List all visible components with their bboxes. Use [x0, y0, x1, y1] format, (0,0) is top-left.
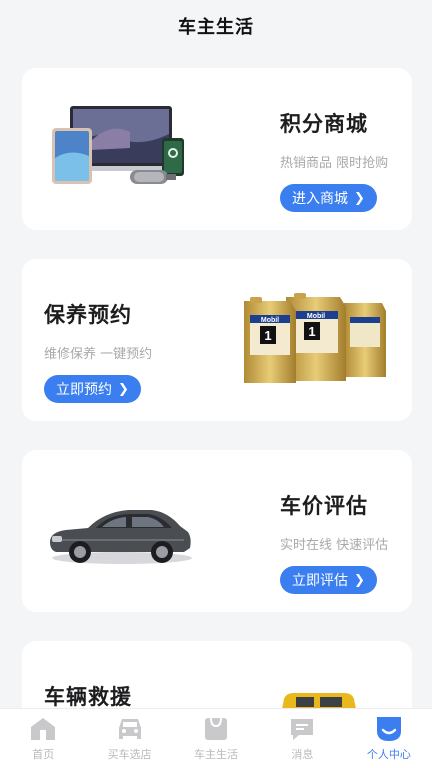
tab-label: 个人中心: [366, 748, 411, 761]
tab-messages[interactable]: 消息: [259, 709, 345, 768]
card-title: 积分商城: [280, 112, 368, 136]
card-title: 车辆救援: [44, 685, 132, 708]
card-roadside-rescue[interactable]: 车辆救援: [22, 641, 412, 708]
tab-label: 买车选店: [107, 748, 152, 761]
card-car-valuation-text: 车价评估 实时在线 快速评估 立即评估 ❯: [280, 490, 388, 594]
home-icon: [29, 715, 57, 743]
user-icon: [375, 715, 403, 743]
engine-oil-illustration: Mobil 1 Mobil 1: [240, 289, 390, 389]
card-points-mall-text: 积分商城 热销商品 限时抢购 进入商城 ❯: [280, 108, 388, 212]
card-subtitle: 维修保养 一键预约: [44, 347, 153, 362]
card-car-valuation[interactable]: 车价评估 实时在线 快速评估 立即评估 ❯: [22, 450, 412, 612]
chevron-right-icon: ❯: [118, 381, 129, 397]
car-icon: [116, 715, 144, 743]
bottom-tab-bar: 首页 买车选店 车主生活 消息 个人中心: [0, 708, 432, 768]
card-maintenance[interactable]: 保养预约 维修保养 一键预约 立即预约 ❯ Mobil 1 Mobil 1: [22, 259, 412, 421]
svg-text:1: 1: [308, 324, 315, 339]
button-label: 立即预约: [56, 382, 112, 398]
card-maintenance-text: 保养预约 维修保养 一键预约 立即预约 ❯: [44, 299, 152, 403]
electronics-illustration: [50, 98, 190, 198]
chevron-right-icon: ❯: [354, 572, 365, 588]
tab-home[interactable]: 首页: [0, 709, 86, 768]
tab-buy-car[interactable]: 买车选店: [86, 709, 172, 768]
sedan-car-illustration: [44, 498, 194, 568]
evaluate-now-button[interactable]: 立即评估 ❯: [280, 566, 377, 594]
chevron-right-icon: ❯: [354, 190, 365, 206]
card-points-mall[interactable]: 积分商城 热销商品 限时抢购 进入商城 ❯: [22, 68, 412, 230]
svg-text:1: 1: [264, 328, 271, 343]
button-label: 进入商城: [292, 191, 348, 207]
tab-label: 消息: [291, 748, 314, 761]
message-icon: [288, 715, 316, 743]
tab-label: 首页: [32, 748, 55, 761]
card-title: 保养预约: [44, 303, 132, 327]
tow-truck-illustration: [274, 689, 364, 708]
tab-profile[interactable]: 个人中心: [346, 709, 432, 768]
card-subtitle: 实时在线 快速评估: [280, 538, 389, 553]
tab-owner-life[interactable]: 车主生活: [173, 709, 259, 768]
nav-bar: 车主生活: [0, 0, 432, 52]
shopping-bag-icon: [202, 715, 230, 743]
book-maintenance-button[interactable]: 立即预约 ❯: [44, 375, 141, 403]
enter-mall-button[interactable]: 进入商城 ❯: [280, 184, 377, 212]
card-roadside-rescue-text: 车辆救援: [44, 681, 132, 708]
tab-label: 车主生活: [194, 748, 239, 761]
oil-brand-label: Mobil: [261, 317, 279, 324]
oil-brand-label: Mobil: [307, 313, 325, 320]
content-scroll-area[interactable]: 积分商城 热销商品 限时抢购 进入商城 ❯ 保养预约 维修保养 一键预约 立即预…: [0, 52, 432, 708]
app-screen: 车主生活 积分商城 热销商品 限时抢购 进入商城 ❯ 保养预约 维修保养 一键预…: [0, 0, 432, 768]
card-subtitle: 热销商品 限时抢购: [280, 156, 389, 171]
page-title: 车主生活: [178, 17, 254, 38]
card-title: 车价评估: [280, 494, 368, 518]
button-label: 立即评估: [292, 573, 348, 589]
